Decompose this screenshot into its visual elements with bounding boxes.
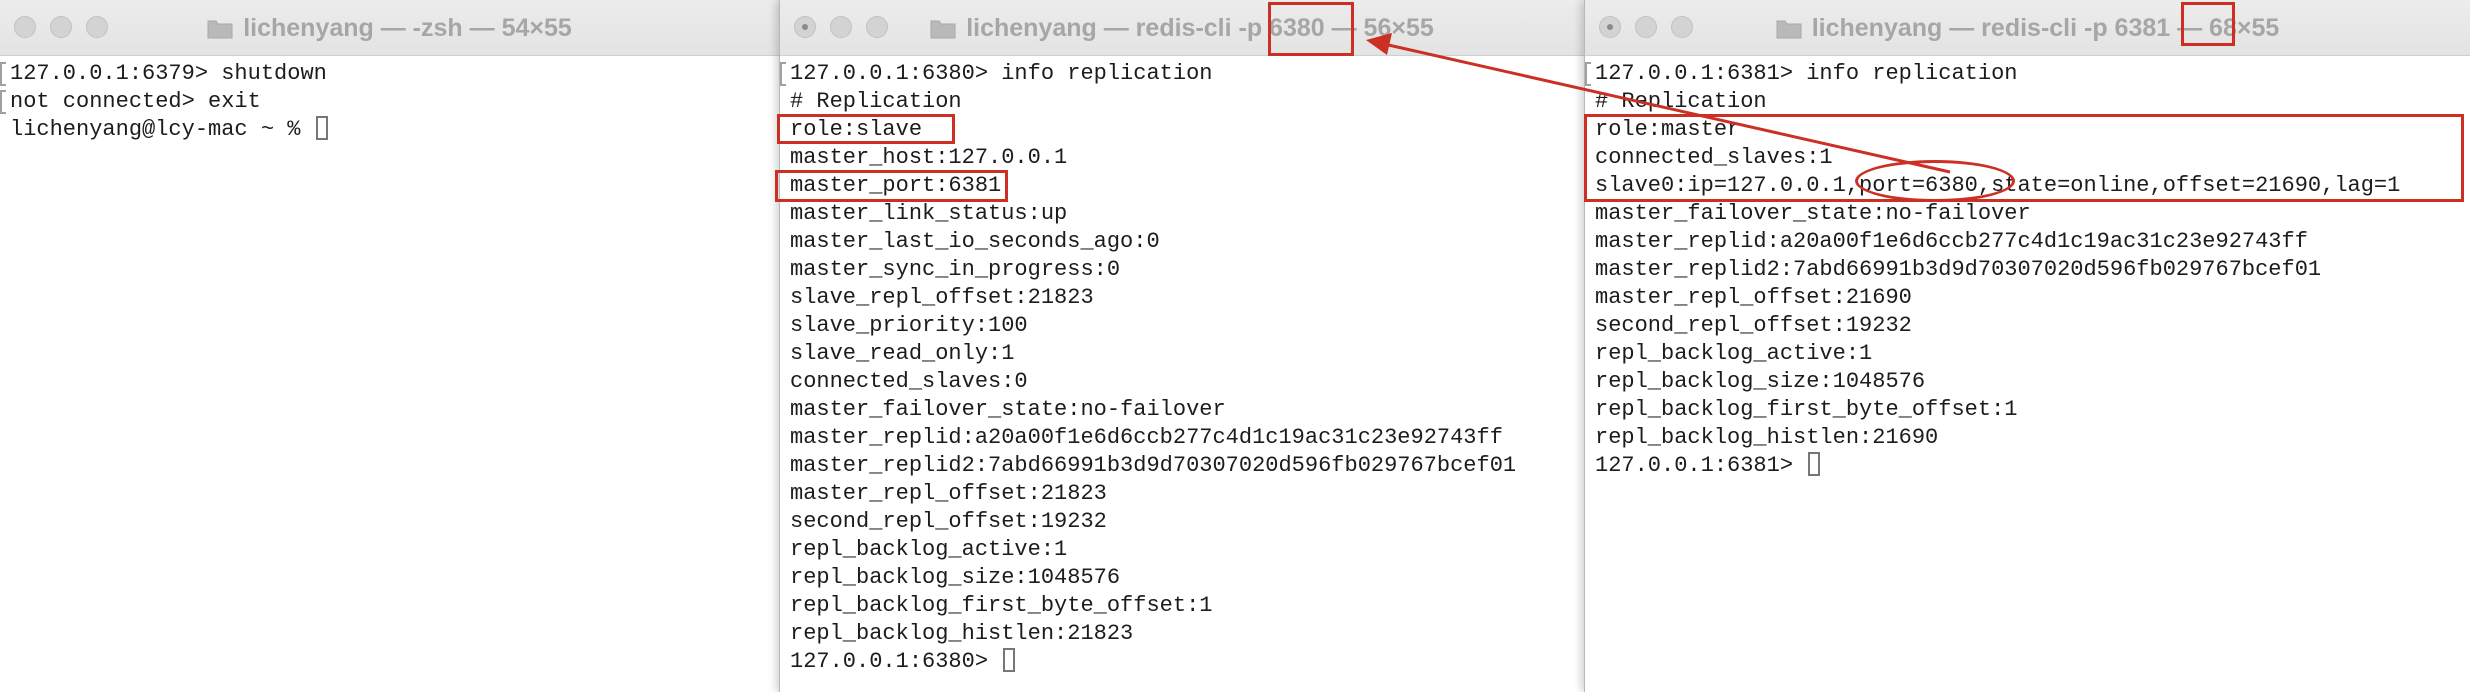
terminal-line: master_replid2:7abd66991b3d9d70307020d59…: [790, 453, 1517, 478]
terminal-line: master_replid:a20a00f1e6d6ccb277c4d1c19a…: [790, 425, 1503, 450]
terminal-line: second_repl_offset:19232: [790, 509, 1107, 534]
terminal-line: repl_backlog_first_byte_offset:1: [1595, 397, 2018, 422]
terminal-line: # Replication: [790, 89, 962, 114]
prompt-mark: [780, 62, 786, 86]
terminal-line: master_failover_state:no-failover: [790, 397, 1226, 422]
prompt-mark: [0, 62, 6, 86]
terminal-line: # Replication: [1595, 89, 1767, 114]
terminal-line: 127.0.0.1:6380> info replication: [790, 61, 1213, 86]
prompt-line[interactable]: 127.0.0.1:6381>: [1595, 452, 1821, 480]
terminal-window-redis-6380[interactable]: lichenyang — redis-cli -p 6380 — 56×55 1…: [779, 0, 1584, 692]
annotation-box-master-info: [1584, 114, 2464, 202]
terminal-line: master_replid:a20a00f1e6d6ccb277c4d1c19a…: [1595, 229, 2308, 254]
folder-icon: [207, 20, 233, 39]
prompt-line[interactable]: 127.0.0.1:6380>: [790, 648, 1016, 676]
terminal-line: 127.0.0.1:6379> shutdown: [10, 61, 327, 86]
terminal-line: repl_backlog_size:1048576: [1595, 369, 1926, 394]
terminal-line: not connected> exit: [10, 89, 261, 114]
terminal-line: master_sync_in_progress:0: [790, 257, 1121, 282]
annotation-ellipse-slave-port: [1855, 160, 2015, 202]
terminal-line: slave_read_only:1: [790, 341, 1015, 366]
terminal-line: repl_backlog_histlen:21823: [790, 621, 1134, 646]
window-title: lichenyang — redis-cli -p 6381 — 68×55: [1585, 0, 2470, 56]
terminal-line: master_repl_offset:21823: [790, 481, 1107, 506]
prompt-mark: [1585, 62, 1591, 86]
annotation-box-master-port: [775, 170, 1008, 202]
terminal-line: master_failover_state:no-failover: [1595, 201, 2031, 226]
text-cursor: [315, 116, 328, 140]
folder-icon: [930, 20, 956, 39]
terminal-line: 127.0.0.1:6381> info replication: [1595, 61, 2018, 86]
text-cursor: [1808, 452, 1821, 476]
title-bar[interactable]: lichenyang — -zsh — 54×55: [0, 0, 779, 56]
prompt-text: 127.0.0.1:6380>: [790, 649, 1002, 674]
terminal-line: master_repl_offset:21690: [1595, 285, 1912, 310]
terminal-line: repl_backlog_active:1: [790, 537, 1068, 562]
terminal-window-redis-6381[interactable]: lichenyang — redis-cli -p 6381 — 68×55 1…: [1584, 0, 2470, 692]
terminal-window-zsh[interactable]: lichenyang — -zsh — 54×55 127.0.0.1:6379…: [0, 0, 779, 692]
terminal-line: second_repl_offset:19232: [1595, 313, 1912, 338]
window-title: lichenyang — -zsh — 54×55: [0, 0, 779, 56]
prompt-mark: [0, 90, 6, 114]
terminal-line: slave_repl_offset:21823: [790, 285, 1094, 310]
terminal-line: repl_backlog_size:1048576: [790, 565, 1121, 590]
title-bar[interactable]: lichenyang — redis-cli -p 6381 — 68×55: [1585, 0, 2470, 56]
annotation-box-role-slave: [777, 114, 955, 144]
terminal-line: master_host:127.0.0.1: [790, 145, 1068, 170]
title-bar[interactable]: lichenyang — redis-cli -p 6380 — 56×55: [780, 0, 1584, 56]
prompt-text: 127.0.0.1:6381>: [1595, 453, 1807, 478]
terminal-line: slave_priority:100: [790, 313, 1028, 338]
terminal-line: master_last_io_seconds_ago:0: [790, 229, 1160, 254]
terminal-line: master_link_status:up: [790, 201, 1068, 226]
prompt-text: lichenyang@lcy-mac ~ %: [10, 117, 314, 142]
terminal-line: master_replid2:7abd66991b3d9d70307020d59…: [1595, 257, 2322, 282]
window-title: lichenyang — redis-cli -p 6380 — 56×55: [780, 0, 1584, 56]
terminal-line: connected_slaves:0: [790, 369, 1028, 394]
window-title-text: lichenyang — redis-cli -p 6380 — 56×55: [966, 13, 1434, 42]
terminal-line: repl_backlog_active:1: [1595, 341, 1873, 366]
terminal-line: repl_backlog_histlen:21690: [1595, 425, 1939, 450]
terminal-line: repl_backlog_first_byte_offset:1: [790, 593, 1213, 618]
prompt-line[interactable]: lichenyang@lcy-mac ~ %: [10, 116, 328, 144]
annotation-box-port-6381: [2181, 2, 2235, 46]
folder-icon: [1776, 20, 1802, 39]
window-title-text: lichenyang — -zsh — 54×55: [243, 13, 572, 42]
annotation-box-port-6380: [1268, 2, 1354, 56]
text-cursor: [1003, 648, 1016, 672]
